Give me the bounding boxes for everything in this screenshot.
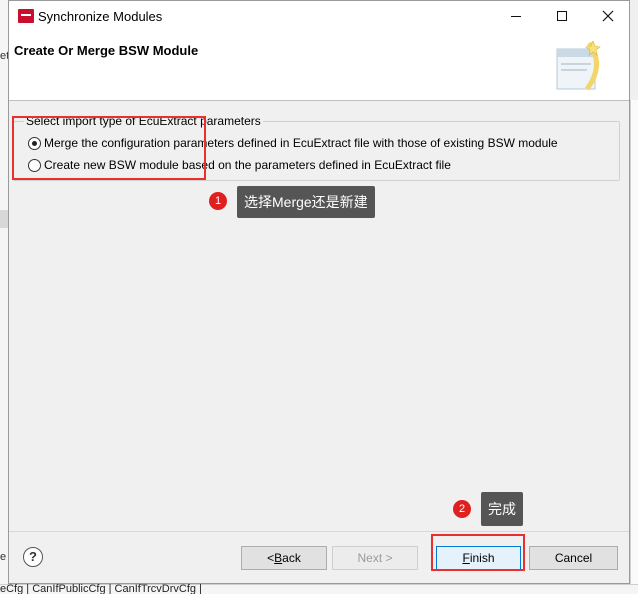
step-1-badge: 1 xyxy=(209,192,227,210)
step-2-badge: 2 xyxy=(453,500,471,518)
close-button[interactable] xyxy=(585,1,631,31)
finish-highlight-box xyxy=(431,534,525,571)
synchronize-modules-dialog: Synchronize Modules Create Or Merge BSW … xyxy=(8,0,630,584)
page-title: Create Or Merge BSW Module xyxy=(14,43,199,58)
background-text: e xyxy=(0,551,7,563)
title-bar[interactable]: Synchronize Modules xyxy=(9,1,629,31)
background-window-left xyxy=(0,0,8,594)
background-tabs-text: eCfg | CanIfPublicCfg | CanIfTrcvDrvCfg … xyxy=(0,583,202,594)
back-label: ack xyxy=(282,551,301,565)
maximize-icon xyxy=(557,11,567,21)
back-mnemonic: B xyxy=(274,551,283,565)
background-tab xyxy=(0,210,8,228)
background-window-right xyxy=(630,100,638,594)
maximize-button[interactable] xyxy=(539,1,585,31)
app-red-icon xyxy=(18,9,34,23)
footer-separator xyxy=(9,531,629,532)
back-prefix: < xyxy=(267,551,275,565)
window-title: Synchronize Modules xyxy=(38,9,163,24)
step-2-tooltip: 完成 xyxy=(481,492,523,526)
wizard-banner-icon xyxy=(556,40,601,91)
next-button[interactable]: Next > xyxy=(332,546,418,570)
back-button[interactable]: < Back xyxy=(241,546,327,570)
close-icon xyxy=(602,10,614,22)
minimize-icon xyxy=(511,15,521,17)
minimize-button[interactable] xyxy=(493,1,539,31)
step-1-tooltip: 选择Merge还是新建 xyxy=(237,186,375,218)
wizard-header: Create Or Merge BSW Module xyxy=(9,31,629,101)
help-icon[interactable]: ? xyxy=(23,547,43,567)
radio-highlight-box xyxy=(12,116,206,180)
cancel-button[interactable]: Cancel xyxy=(529,546,618,570)
